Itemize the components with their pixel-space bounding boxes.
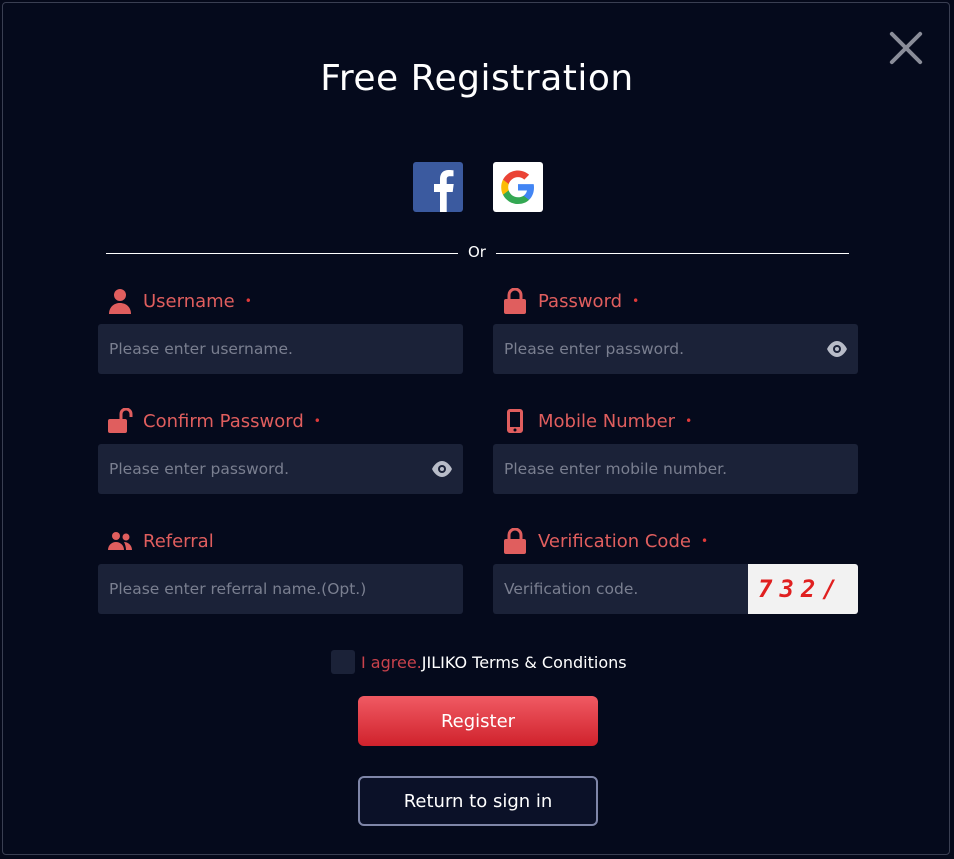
required-marker: •: [313, 414, 321, 428]
required-marker: •: [244, 294, 252, 308]
divider-left: [106, 253, 458, 254]
password-input[interactable]: [493, 324, 858, 374]
username-field-container: [98, 324, 463, 374]
unlock-icon: [107, 408, 133, 434]
confirm-password-label: Confirm Password •: [107, 407, 321, 435]
verification-field-container: 732/: [493, 564, 858, 614]
referral-field-container: [98, 564, 463, 614]
mobile-label: Mobile Number •: [502, 407, 692, 435]
terms-link[interactable]: JILIKO Terms & Conditions: [422, 653, 627, 672]
password-field-container: [493, 324, 858, 374]
required-marker: •: [700, 534, 709, 548]
divider-right: [496, 253, 849, 254]
captcha-image[interactable]: 732/: [748, 564, 858, 614]
required-marker: •: [632, 294, 640, 308]
referral-label-text: Referral: [143, 530, 214, 552]
mobile-input[interactable]: [493, 444, 858, 494]
lock-icon: [502, 288, 528, 314]
terms-agreement: I agree. JILIKO Terms & Conditions: [331, 650, 627, 674]
return-to-sign-in-button[interactable]: Return to sign in: [358, 776, 598, 826]
required-marker: •: [685, 414, 693, 428]
username-label-text: Username: [143, 290, 235, 312]
confirm-password-input[interactable]: [98, 444, 463, 494]
referral-input[interactable]: [98, 564, 463, 614]
confirm-password-label-text: Confirm Password: [143, 410, 304, 432]
verification-input[interactable]: [493, 564, 748, 614]
terms-checkbox[interactable]: [331, 650, 355, 674]
modal-title: Free Registration: [320, 58, 634, 99]
google-login-button[interactable]: [493, 162, 543, 212]
mobile-label-text: Mobile Number: [538, 410, 676, 432]
mobile-icon: [502, 408, 528, 434]
users-icon: [107, 528, 133, 554]
facebook-icon: [434, 170, 454, 212]
password-label-text: Password: [538, 290, 623, 312]
facebook-login-button[interactable]: [413, 162, 463, 212]
eye-icon[interactable]: [826, 340, 848, 358]
password-label: Password •: [502, 287, 639, 315]
confirm-password-field-container: [98, 444, 463, 494]
referral-label: Referral: [107, 527, 214, 555]
divider-or-text: Or: [468, 243, 486, 261]
agree-text: I agree.: [361, 652, 422, 672]
google-icon: [501, 170, 534, 204]
username-input[interactable]: [98, 324, 463, 374]
register-button[interactable]: Register: [358, 696, 598, 746]
username-label: Username •: [107, 287, 252, 315]
eye-icon[interactable]: [431, 460, 453, 478]
verification-label: Verification Code •: [502, 527, 708, 555]
lock-icon: [502, 528, 528, 554]
verification-label-text: Verification Code: [538, 530, 691, 552]
mobile-field-container: [493, 444, 858, 494]
user-icon: [107, 288, 133, 314]
